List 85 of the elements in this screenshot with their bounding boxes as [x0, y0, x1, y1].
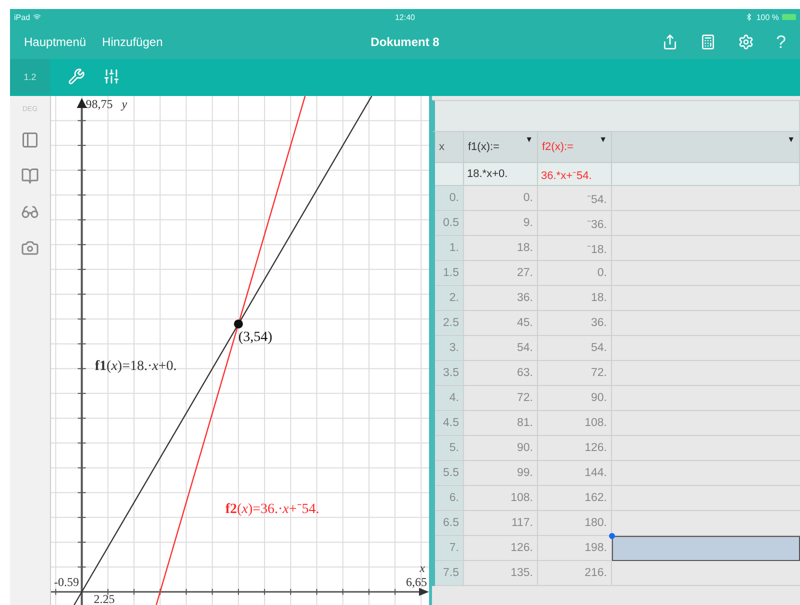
table-cell: 7. [435, 536, 464, 561]
x-max-label: 6,65 [406, 576, 427, 589]
column-header[interactable]: x [435, 132, 464, 163]
x-min-label: -0.59 [54, 576, 79, 589]
table-cell: 2.5 [435, 311, 464, 336]
table-cell: 90. [538, 386, 612, 411]
point-label: (3,54) [238, 330, 272, 346]
glasses-icon[interactable] [21, 203, 39, 221]
share-icon[interactable] [662, 34, 678, 50]
formula-cell[interactable] [435, 163, 464, 186]
table-cell: 54. [538, 336, 612, 361]
table-cell: 0. [538, 261, 612, 286]
table-cell: 6.5 [435, 511, 464, 536]
table-cell: 1. [435, 236, 464, 261]
table-cell: 7.5 [435, 561, 464, 586]
dropdown-icon[interactable]: ▼ [525, 135, 533, 144]
table-cell: 108. [464, 486, 538, 511]
column-formula[interactable]: 18.*x+0. [464, 163, 538, 186]
table-cell: 6. [435, 486, 464, 511]
table-cell: 3.5 [435, 361, 464, 386]
table-cell: 162. [538, 486, 612, 511]
axis-label: x [420, 562, 425, 575]
battery-percent: 100 % [756, 12, 779, 22]
table-cell: 126. [464, 536, 538, 561]
table-cell: 72. [538, 361, 612, 386]
column-header[interactable]: f2(x):= ▼ [538, 132, 612, 163]
table-cell: 45. [464, 311, 538, 336]
sliders-icon[interactable] [103, 68, 120, 85]
column-header[interactable]: f1(x):= ▼ [464, 132, 538, 163]
table-cell: 36. [464, 286, 538, 311]
table-cell: 63. [464, 361, 538, 386]
table-cell: 2. [435, 286, 464, 311]
settings-icon[interactable] [738, 34, 754, 50]
formula-cell[interactable] [612, 163, 800, 186]
clock: 12:40 [394, 12, 416, 22]
panel-icon[interactable] [21, 131, 39, 149]
table-cell: 135. [464, 561, 538, 586]
table-cell: 5. [435, 436, 464, 461]
table-cell: 3. [435, 336, 464, 361]
bluetooth-icon [745, 13, 754, 21]
table-cell: 1.5 [435, 261, 464, 286]
table-cell: 216. [538, 561, 612, 586]
table-cell: 72. [464, 386, 538, 411]
device-name: iPad [14, 12, 30, 22]
table-cell: 81. [464, 411, 538, 436]
table-cell: 18. [538, 286, 612, 311]
table-cell: 27. [464, 261, 538, 286]
table-cell: 144. [538, 461, 612, 486]
calculator-icon[interactable] [700, 34, 716, 50]
table-cell: 36. [538, 311, 612, 336]
table-cell: 5.5 [435, 461, 464, 486]
y-max-label: 98,75 [86, 98, 113, 111]
document-title: Dokument 8 [370, 35, 440, 49]
table-cell: 180. [538, 511, 612, 536]
dropdown-icon[interactable]: ▼ [599, 135, 607, 144]
axis-label: y [122, 98, 128, 111]
function-label: f1(x)=18.·x+0. [94, 358, 177, 375]
table-cell: 90. [464, 436, 538, 461]
table-cell: 0. [435, 186, 464, 211]
camera-icon[interactable] [21, 239, 39, 257]
function-label: f2(x)=36.·x+⁻54. [225, 500, 320, 518]
table-cell: 54. [464, 336, 538, 361]
table-cell: 4. [435, 386, 464, 411]
selected-cell[interactable] [612, 536, 800, 561]
intersection-point[interactable] [234, 319, 243, 328]
table-cell: 117. [464, 511, 538, 536]
battery-icon [782, 14, 796, 20]
table-cell: ⁻36. [538, 211, 612, 236]
dropdown-icon[interactable]: ▼ [787, 135, 795, 144]
table-cell: 0. [464, 186, 538, 211]
table-cell: 4.5 [435, 411, 464, 436]
column-header[interactable]: ▼ [612, 132, 800, 163]
table-cell: 108. [538, 411, 612, 436]
table-cell: 198. [538, 536, 612, 561]
wifi-icon [33, 13, 42, 21]
book-icon[interactable] [21, 167, 39, 185]
wrench-icon[interactable] [68, 68, 85, 85]
table-cell: ⁻54. [538, 186, 612, 211]
table-cell: 99. [464, 461, 538, 486]
y-min-label: 2.25 [94, 592, 115, 605]
table-cell: 9. [464, 211, 538, 236]
table-cell: ⁻18. [538, 236, 612, 261]
table-cell: 18. [464, 236, 538, 261]
table-cell: 0.5 [435, 211, 464, 236]
table-cell: 126. [538, 436, 612, 461]
